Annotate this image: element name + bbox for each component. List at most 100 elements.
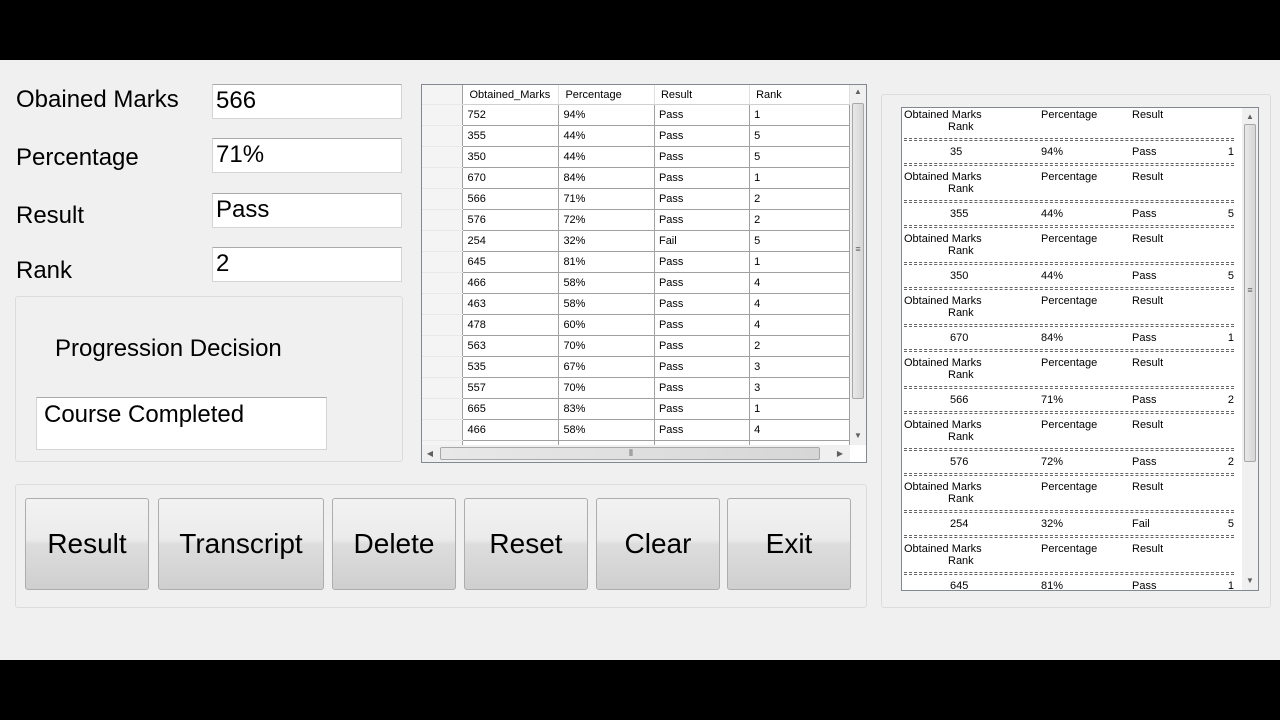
cell-result[interactable]: Pass [653, 419, 751, 441]
reset-button[interactable]: Reset [464, 498, 588, 590]
cell-percentage[interactable]: 58% [558, 293, 655, 315]
transcript-button[interactable]: Transcript [158, 498, 324, 590]
transcript-entry[interactable]: Obtained Marks Percentage Result Rank 576 72%… [902, 418, 1242, 480]
cell-obtained-marks[interactable]: 645 [462, 251, 560, 273]
cell-obtained-marks[interactable]: 254 [462, 230, 560, 252]
cell-percentage[interactable]: 58% [558, 272, 655, 294]
row-header[interactable] [422, 356, 464, 378]
transcript-vscroll-thumb[interactable]: ≡ [1244, 124, 1256, 462]
cell-result[interactable]: Pass [653, 146, 751, 168]
cell-rank[interactable]: 3 [749, 377, 850, 399]
row-header[interactable] [422, 419, 464, 441]
table-row[interactable]: 478 60% Pass 4 [422, 314, 850, 336]
transcript-entry[interactable]: Obtained Marks Percentage Result Rank 670 84%… [902, 294, 1242, 356]
cell-result[interactable]: Pass [653, 293, 751, 315]
cell-result[interactable]: Pass [653, 314, 751, 336]
table-row[interactable]: 752 94% Pass 1 [422, 104, 850, 126]
row-header[interactable] [422, 272, 464, 294]
cell-result[interactable]: Fail [653, 230, 751, 252]
cell-percentage[interactable]: 70% [558, 377, 655, 399]
scroll-up-icon[interactable]: ▲ [850, 87, 866, 96]
cell-rank[interactable]: 1 [749, 104, 850, 126]
cell-result[interactable]: Pass [653, 167, 751, 189]
cell-result[interactable]: Pass [653, 398, 751, 420]
row-header[interactable] [422, 125, 464, 147]
delete-button[interactable]: Delete [332, 498, 456, 590]
scroll-right-icon[interactable]: ▶ [834, 449, 846, 458]
cell-result[interactable]: Pass [653, 125, 751, 147]
cell-result[interactable]: Pass [653, 104, 751, 126]
transcript-entry[interactable]: Obtained Marks Percentage Result Rank 35 94% P… [902, 108, 1242, 170]
grid-vscroll-thumb[interactable]: ≡ [852, 103, 864, 399]
cell-result[interactable]: Pass [653, 356, 751, 378]
cell-percentage[interactable]: 60% [558, 314, 655, 336]
cell-rank[interactable]: 4 [749, 419, 850, 441]
cell-rank[interactable]: 5 [749, 230, 850, 252]
table-row[interactable]: 466 58% Pass 4 [422, 419, 850, 441]
cell-rank[interactable]: 2 [749, 209, 850, 231]
cell-rank[interactable]: 1 [749, 167, 850, 189]
table-row[interactable]: 576 72% Pass 2 [422, 209, 850, 231]
percentage-field[interactable]: 71% [212, 138, 402, 173]
column-header-result[interactable]: Result [654, 85, 751, 105]
row-header[interactable] [422, 377, 464, 399]
cell-obtained-marks[interactable]: 665 [462, 398, 560, 420]
cell-result[interactable]: Pass [653, 335, 751, 357]
clear-button[interactable]: Clear [596, 498, 720, 590]
cell-percentage[interactable]: 81% [558, 251, 655, 273]
records-grid[interactable]: Obtained_Marks Percentage Result Rank 75… [421, 84, 867, 463]
cell-rank[interactable]: 4 [749, 293, 850, 315]
cell-obtained-marks[interactable]: 576 [462, 209, 560, 231]
result-field[interactable]: Pass [212, 193, 402, 228]
cell-percentage[interactable]: 67% [558, 356, 655, 378]
cell-obtained-marks[interactable]: 563 [462, 335, 560, 357]
cell-obtained-marks[interactable]: 466 [462, 419, 560, 441]
row-header[interactable] [422, 314, 464, 336]
cell-percentage[interactable]: 94% [558, 104, 655, 126]
table-row[interactable]: 566 71% Pass 2 [422, 188, 850, 210]
transcript-entry[interactable]: Obtained Marks Percentage Result Rank 645 81%… [902, 542, 1242, 590]
scroll-left-icon[interactable]: ◀ [424, 449, 436, 458]
cell-obtained-marks[interactable]: 752 [462, 104, 560, 126]
table-row[interactable]: 355 44% Pass 5 [422, 125, 850, 147]
transcript-entry[interactable]: Obtained Marks Percentage Result Rank 254 32%… [902, 480, 1242, 542]
table-row[interactable]: 665 83% Pass 1 [422, 398, 850, 420]
column-header-rank[interactable]: Rank [749, 85, 850, 105]
cell-percentage[interactable]: 32% [558, 230, 655, 252]
progression-decision-field[interactable]: Course Completed [36, 397, 327, 450]
table-row[interactable]: 535 67% Pass 3 [422, 356, 850, 378]
exit-button[interactable]: Exit [727, 498, 851, 590]
cell-obtained-marks[interactable]: 670 [462, 167, 560, 189]
transcript-entry[interactable]: Obtained Marks Percentage Result Rank 355 44%… [902, 170, 1242, 232]
cell-obtained-marks[interactable]: 566 [462, 188, 560, 210]
grid-hscroll-thumb[interactable]: ⦀ [440, 447, 820, 460]
table-row[interactable]: 463 58% Pass 4 [422, 293, 850, 315]
grid-horizontal-scrollbar[interactable]: ◀ ⦀ ▶ [422, 445, 850, 462]
cell-rank[interactable]: 4 [749, 272, 850, 294]
scroll-up-icon[interactable]: ▲ [1242, 112, 1258, 121]
row-header[interactable] [422, 209, 464, 231]
row-header[interactable] [422, 188, 464, 210]
row-header[interactable] [422, 335, 464, 357]
grid-vertical-scrollbar[interactable]: ▲ ≡ ▼ [850, 85, 866, 445]
row-header[interactable] [422, 146, 464, 168]
row-header[interactable] [422, 293, 464, 315]
cell-rank[interactable]: 2 [749, 335, 850, 357]
cell-result[interactable]: Pass [653, 377, 751, 399]
scroll-down-icon[interactable]: ▼ [850, 431, 866, 440]
cell-obtained-marks[interactable]: 355 [462, 125, 560, 147]
cell-percentage[interactable]: 84% [558, 167, 655, 189]
cell-result[interactable]: Pass [653, 209, 751, 231]
cell-percentage[interactable]: 71% [558, 188, 655, 210]
row-header[interactable] [422, 104, 464, 126]
cell-percentage[interactable]: 83% [558, 398, 655, 420]
cell-rank[interactable]: 1 [749, 251, 850, 273]
rank-field[interactable]: 2 [212, 247, 402, 282]
cell-rank[interactable]: 1 [749, 398, 850, 420]
table-row[interactable]: 350 44% Pass 5 [422, 146, 850, 168]
column-header-obtained-marks[interactable]: Obtained_Marks [462, 85, 560, 105]
cell-obtained-marks[interactable]: 463 [462, 293, 560, 315]
cell-percentage[interactable]: 44% [558, 125, 655, 147]
cell-rank[interactable]: 3 [749, 356, 850, 378]
cell-percentage[interactable]: 70% [558, 335, 655, 357]
